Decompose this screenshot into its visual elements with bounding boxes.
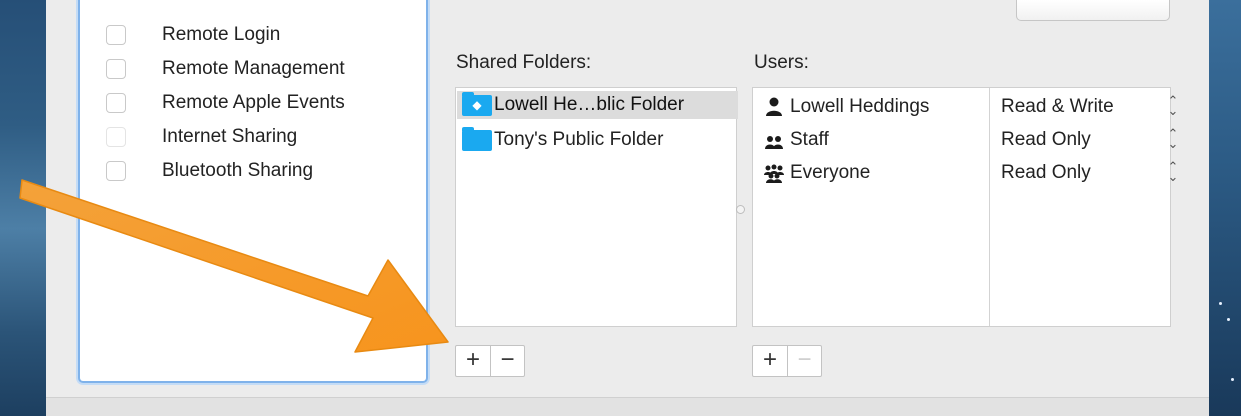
annotation-arrow-icon [19,179,449,353]
